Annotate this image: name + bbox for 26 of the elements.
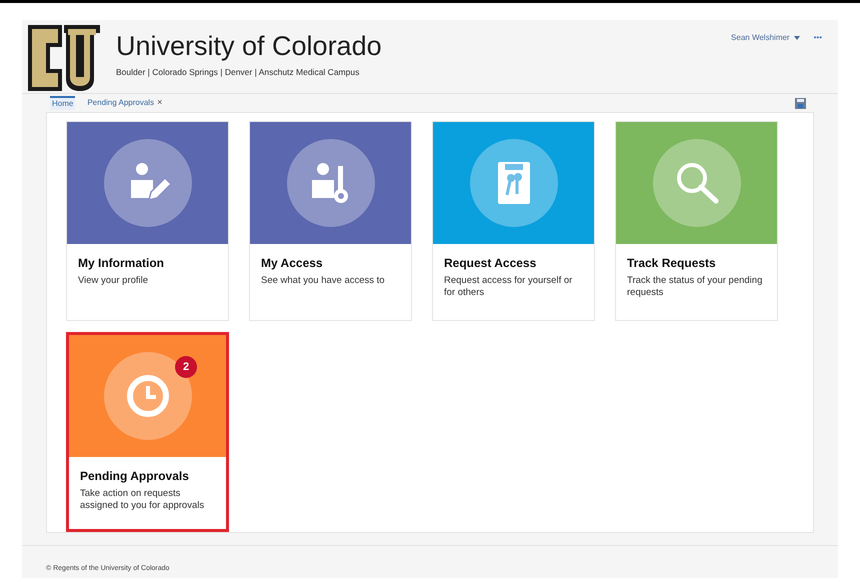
save-icon[interactable]: [795, 98, 806, 108]
campus-list: Boulder | Colorado Springs | Denver | Anschutz Medical Campus: [116, 66, 382, 79]
app-tile[interactable]: Track Requests Track the status of your pending requests: [615, 121, 778, 321]
caret-icon: [794, 36, 800, 40]
tile-title: My Information: [78, 255, 165, 272]
clock-icon: [124, 373, 170, 419]
tile-title: My Access: [261, 255, 324, 272]
notification-badge: 2: [175, 356, 197, 378]
tab[interactable]: Pending Approvals ×: [85, 96, 164, 110]
app-tile[interactable]: My Information View your profile: [66, 121, 229, 321]
close-icon[interactable]: ×: [157, 96, 162, 110]
app-tile[interactable]: My Access See what you have access to: [249, 121, 412, 321]
more-button[interactable]: •••: [814, 32, 822, 44]
app-tile[interactable]: Request Access Request access for yourself or for others: [432, 121, 595, 321]
tile-description: Track the status of your pending requests: [627, 275, 764, 299]
tile-description: View your profile: [78, 275, 150, 287]
tile-description: See what you have access to: [261, 275, 386, 287]
tile-title: Track Requests: [627, 255, 717, 272]
tab[interactable]: Home: [50, 96, 76, 110]
university-name: University of Colorado: [116, 30, 382, 62]
tile-description: Request access for yourself or for others: [444, 275, 574, 299]
tile-title: Request Access: [444, 255, 538, 272]
tile-description: Take action on requests assigned to you for approvals: [80, 488, 206, 512]
app-tile[interactable]: 2 Pending Approvals Take action on requests assigned to you for approvals: [66, 332, 229, 532]
user-menu[interactable]: Sean Welshimer: [731, 32, 800, 44]
tile-title: Pending Approvals: [80, 468, 190, 485]
